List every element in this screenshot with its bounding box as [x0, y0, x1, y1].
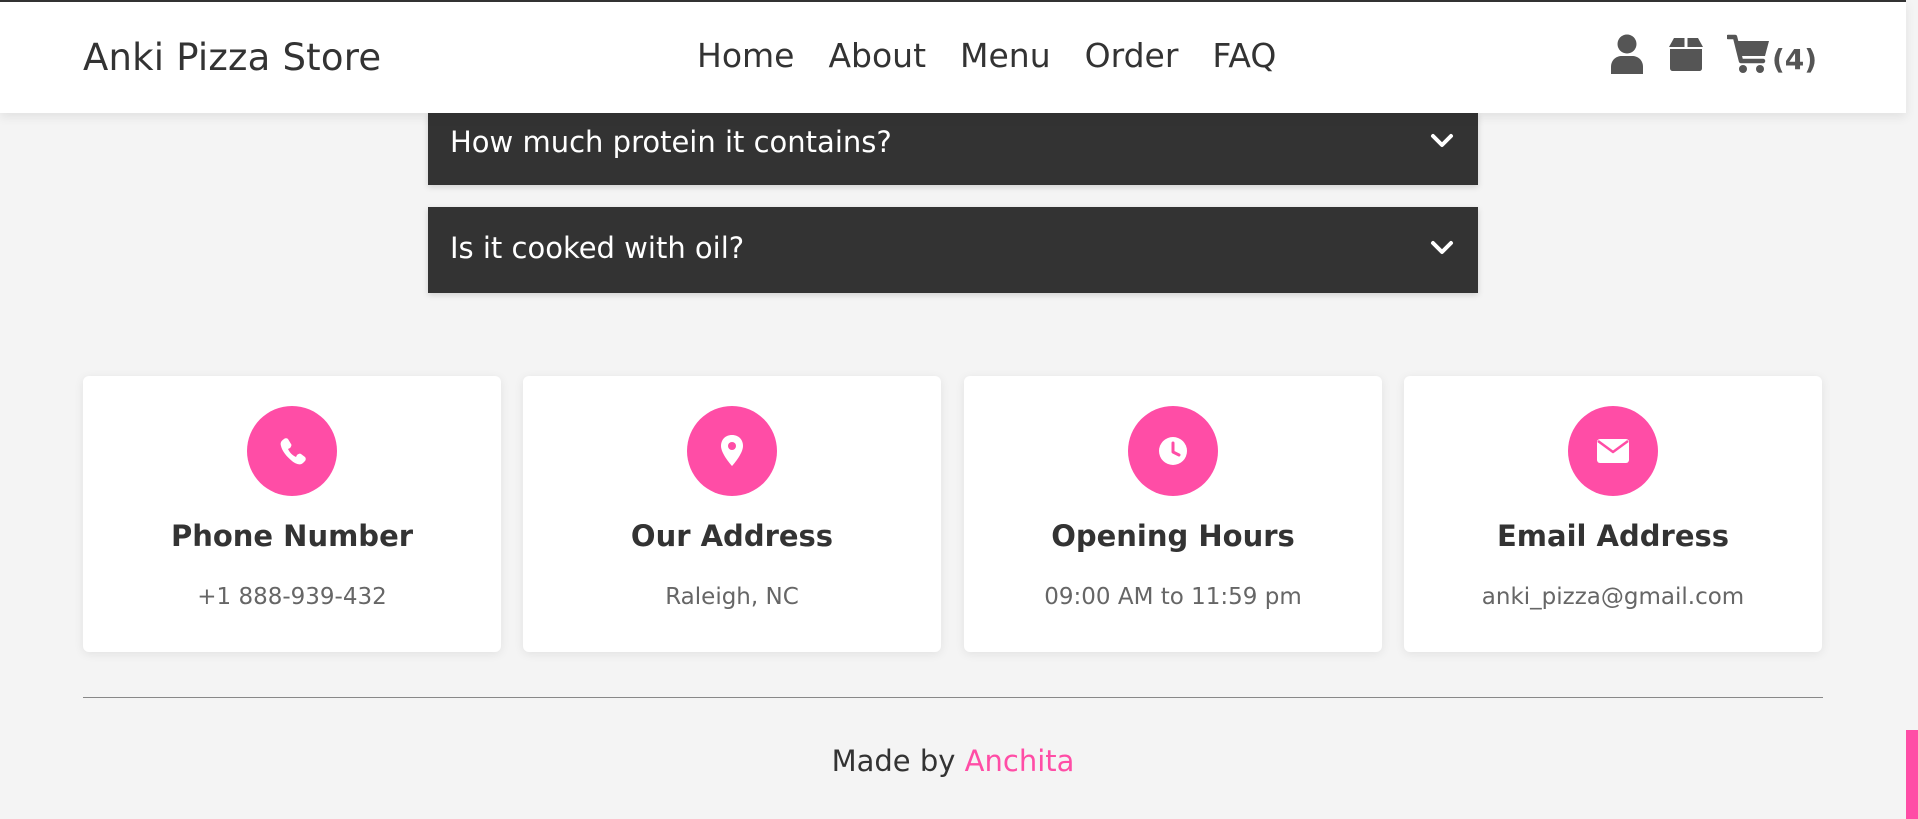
nav-link-menu[interactable]: Menu [960, 36, 1051, 75]
hours-value: 09:00 AM to 11:59 pm [1044, 584, 1302, 610]
card-title: Phone Number [170, 519, 414, 553]
cart-button[interactable]: (4) [1727, 34, 1817, 74]
nav-link-faq[interactable]: FAQ [1212, 36, 1276, 75]
faq-item[interactable]: Is it cooked with oil? [428, 207, 1478, 293]
info-card-address: Our Address Raleigh, NC [523, 376, 941, 652]
phone-number-value: +1 888-939-432 [197, 584, 387, 610]
page: Anki Pizza Store Home About Menu Order F… [0, 0, 1918, 819]
info-card-hours: Opening Hours 09:00 AM to 11:59 pm [964, 376, 1382, 652]
footer-divider [83, 697, 1823, 698]
nav-link-order[interactable]: Order [1085, 36, 1179, 75]
chevron-down-icon [1430, 240, 1454, 260]
nav-link-about[interactable]: About [828, 36, 926, 75]
info-card-phone: Phone Number +1 888-939-432 [83, 376, 501, 652]
footer-author-link[interactable]: Anchita [965, 744, 1075, 778]
chevron-down-icon [1430, 133, 1454, 153]
envelope-icon [1568, 406, 1658, 496]
nav-link-home[interactable]: Home [697, 36, 794, 75]
location-pin-icon [687, 406, 777, 496]
phone-icon [247, 406, 337, 496]
card-title: Email Address [1496, 519, 1730, 553]
card-title: Our Address [630, 519, 834, 553]
cart-icon [1727, 34, 1769, 73]
email-value: anki_pizza@gmail.com [1481, 584, 1745, 610]
faq-item[interactable]: How much protein it contains? [428, 113, 1478, 185]
card-title: Opening Hours [1051, 519, 1295, 553]
clock-icon [1128, 406, 1218, 496]
footer-prefix: Made by [831, 744, 956, 778]
footer-credit: Made by Anchita [0, 744, 1906, 778]
faq-question: How much protein it contains? [450, 125, 892, 159]
faq-question: Is it cooked with oil? [450, 231, 745, 265]
cart-count-badge: (4) [1772, 43, 1818, 76]
header-actions: (4) [1610, 34, 1817, 74]
user-icon[interactable] [1610, 34, 1644, 74]
box-icon[interactable] [1668, 36, 1704, 72]
scrollbar-thumb[interactable] [1906, 730, 1918, 819]
site-logo[interactable]: Anki Pizza Store [83, 36, 381, 79]
address-value: Raleigh, NC [665, 584, 799, 610]
site-header: Anki Pizza Store Home About Menu Order F… [0, 0, 1906, 113]
main-nav: Home About Menu Order FAQ [697, 36, 1310, 75]
info-card-email: Email Address anki_pizza@gmail.com [1404, 376, 1822, 652]
